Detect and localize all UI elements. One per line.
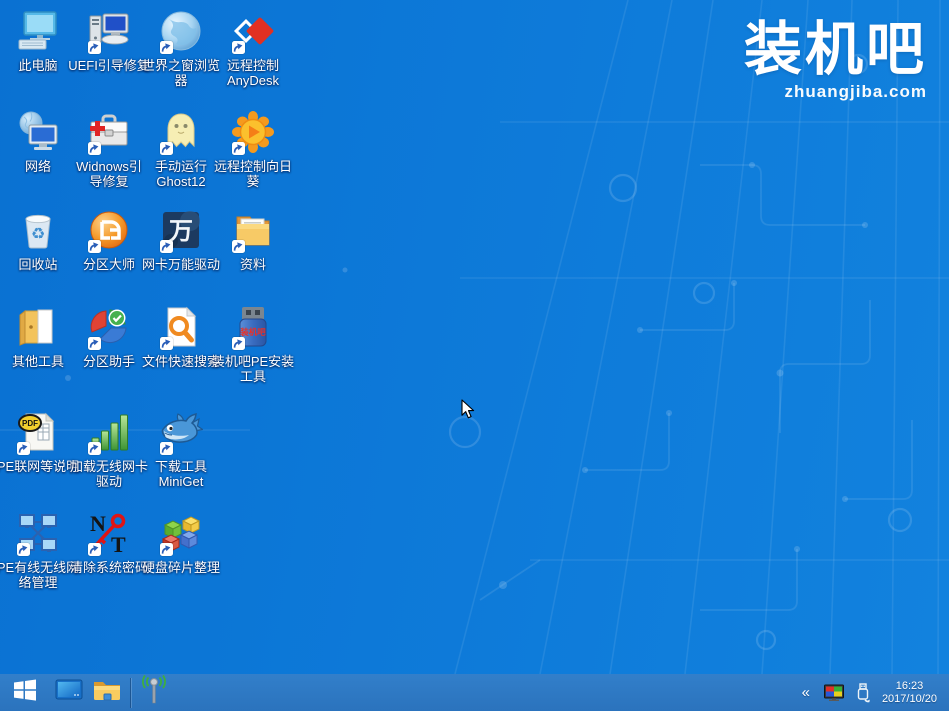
- shortcut-arrow-icon: [232, 240, 245, 253]
- desktop-icon-documents-folder[interactable]: 资料: [217, 207, 289, 272]
- svg-text:装机吧: 装机吧: [239, 327, 266, 337]
- clear-system-password-icon: NT: [86, 511, 132, 557]
- shortcut-arrow-icon: [17, 543, 30, 556]
- wireless-network-button[interactable]: [135, 674, 173, 711]
- file-quick-search-icon: [158, 305, 204, 351]
- shortcut-arrow-icon: [160, 543, 173, 556]
- shortcut-arrow-icon: [160, 337, 173, 350]
- ghost12-icon: [158, 110, 204, 156]
- tray-expand-button[interactable]: «: [799, 683, 813, 702]
- sunflower-remote-icon: [230, 110, 276, 156]
- shortcut-arrow-icon: [160, 442, 173, 455]
- shortcut-arrow-icon: [88, 442, 101, 455]
- start-button[interactable]: [0, 674, 50, 711]
- shortcut-arrow-icon: [160, 142, 173, 155]
- usb-device-icon[interactable]: [855, 683, 871, 703]
- mouse-cursor: [461, 399, 475, 425]
- shortcut-arrow-icon: [88, 240, 101, 253]
- wireless-nic-driver-icon: [86, 410, 132, 456]
- shortcut-arrow-icon: [88, 337, 101, 350]
- desktop-icon-label: 硬盘碎片整理: [133, 560, 229, 575]
- partition-assistant-icon: [86, 305, 132, 351]
- svg-text:T: T: [111, 532, 126, 555]
- display-settings-icon[interactable]: [824, 684, 844, 702]
- disk-defrag-icon: [158, 511, 204, 557]
- taskbar-clock[interactable]: 16:23 2017/10/20: [882, 680, 937, 706]
- network-icon: [15, 110, 61, 156]
- taskbar: « 16:23 2017/10/20: [0, 674, 949, 711]
- uefi-boot-repair-icon: [86, 9, 132, 55]
- shortcut-arrow-icon: [88, 142, 101, 155]
- shortcut-arrow-icon: [232, 142, 245, 155]
- svg-text:♻: ♻: [31, 226, 45, 243]
- this-pc-icon: [15, 9, 61, 55]
- folder-icon: [93, 678, 121, 707]
- svg-text:PDF: PDF: [22, 419, 38, 428]
- desktop-icon-label: 远程控制 AnyDesk: [205, 58, 301, 88]
- taskbar-separator: [130, 678, 131, 708]
- clock-date: 2017/10/20: [882, 693, 937, 706]
- zhuangjiba-pe-installer-icon: 装机吧: [230, 305, 276, 351]
- pe-network-guide-icon: PDF: [15, 410, 61, 456]
- antenna-signal-icon: [138, 675, 170, 710]
- world-window-browser-icon: [158, 9, 204, 55]
- desktop-icon-pe-network-manager[interactable]: PE有线无线网 络管理: [2, 510, 74, 590]
- shortcut-arrow-icon: [88, 41, 101, 54]
- other-tools-icon: [15, 305, 61, 351]
- windows-boot-repair-icon: [86, 110, 132, 156]
- desktop-icon-label: 远程控制向日 葵: [205, 159, 301, 189]
- pe-network-manager-icon: [15, 511, 61, 557]
- desktop-icon-anydesk-remote[interactable]: 远程控制 AnyDesk: [217, 8, 289, 88]
- shortcut-arrow-icon: [88, 543, 101, 556]
- shortcut-arrow-icon: [160, 41, 173, 54]
- svg-text:N: N: [90, 511, 106, 536]
- anydesk-remote-icon: [230, 9, 276, 55]
- documents-folder-icon: [230, 208, 276, 254]
- desktop-icon-label: 下载工具 MiniGet: [133, 459, 229, 489]
- show-desktop-button[interactable]: [50, 674, 88, 711]
- desktop-icon-zhuangjiba-pe-installer[interactable]: 装机吧装机吧PE安装 工具: [217, 304, 289, 384]
- desktop-monitor-icon: [55, 678, 83, 707]
- zhuangjiba-logo: 装机吧 zhuangjiba.com: [744, 20, 927, 102]
- shortcut-arrow-icon: [232, 41, 245, 54]
- shortcut-arrow-icon: [160, 240, 173, 253]
- logo-title: 装机吧: [744, 20, 927, 81]
- shortcut-arrow-icon: [17, 442, 30, 455]
- logo-subtitle: zhuangjiba.com: [744, 82, 927, 102]
- recycle-bin-icon: ♻: [15, 208, 61, 254]
- desktop-icon-label: 装机吧PE安装 工具: [205, 354, 301, 384]
- desktop-icon-miniget-downloader[interactable]: 下载工具 MiniGet: [145, 409, 217, 489]
- desktop-icon-label: 资料: [205, 257, 301, 272]
- desktop-icon-disk-defrag[interactable]: 硬盘碎片整理: [145, 510, 217, 575]
- windows-logo-icon: [12, 677, 38, 708]
- clock-time: 16:23: [882, 680, 937, 693]
- desktop-icon-sunflower-remote[interactable]: 远程控制向日 葵: [217, 109, 289, 189]
- desktop: 装机吧 zhuangjiba.com 此电脑UEFI引导修复世界之窗浏览 器远程…: [0, 0, 949, 674]
- shortcut-arrow-icon: [232, 337, 245, 350]
- system-tray: « 16:23 2017/10/20: [799, 680, 949, 706]
- universal-nic-driver-icon: 万: [158, 208, 204, 254]
- file-explorer-button[interactable]: [88, 674, 126, 711]
- partition-master-icon: [86, 208, 132, 254]
- miniget-downloader-icon: [158, 410, 204, 456]
